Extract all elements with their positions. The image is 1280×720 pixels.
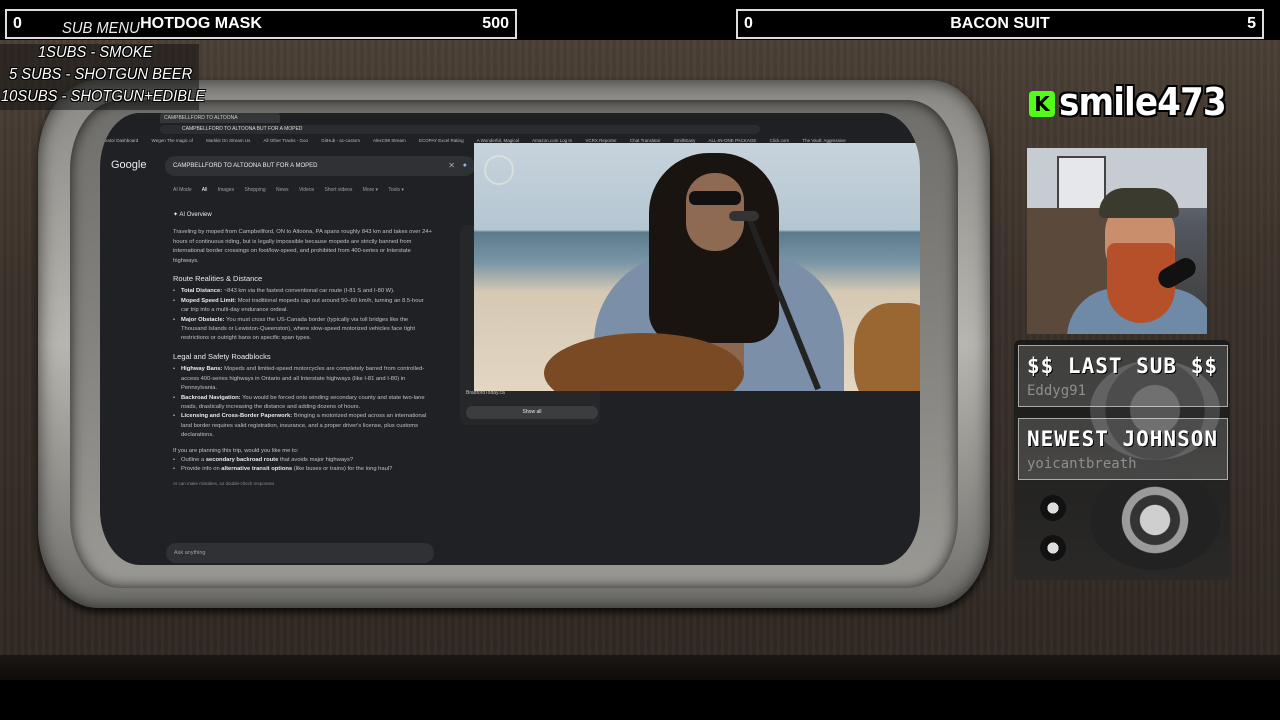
ask-input[interactable]: Ask anything [166, 543, 434, 563]
last-sub-name: Eddyg91 [1027, 383, 1087, 399]
followup-item[interactable]: Outline a secondary backroad route that … [173, 456, 433, 466]
browser-chrome: CAMPBELLFORD TO ALTOONA CAMPBELLFORD TO … [100, 113, 920, 135]
tab-images[interactable]: Images [218, 187, 234, 193]
channel-logo-icon [484, 155, 514, 185]
microphone-icon [729, 211, 759, 221]
kick-username-badge: K smile473 [1024, 80, 1229, 124]
tab-more[interactable]: More ▾ [363, 187, 378, 193]
bookmark-item[interactable]: All Other Tracks - Goo [263, 138, 308, 143]
sunglasses [689, 191, 741, 205]
followup-question: If you are planning this trip, would you… [173, 447, 299, 454]
list-item: Moped Speed Limit: Most traditional mope… [173, 297, 433, 316]
tv-base [0, 655, 1280, 683]
goal-target: 500 [482, 15, 509, 32]
bookmark-item[interactable]: AlexC99 Stream [373, 138, 406, 143]
goal-name: BACON SUIT [950, 15, 1050, 32]
sub-menu-item: 1SUBS - SMOKE [38, 44, 153, 61]
list-item: Major Obstacle: You must cross the US-Ca… [173, 316, 433, 344]
sub-menu-title: SUB MENU [62, 20, 140, 37]
disclaimer: AI can make mistakes, so double-check re… [173, 480, 275, 486]
google-logo[interactable]: Google [111, 159, 146, 171]
kick-logo-icon: K [1029, 91, 1055, 117]
search-query: CAMPBELLFORD TO ALTOONA BUT FOR A MOPED [173, 163, 318, 169]
search-tabs: AI Mode All Images Shopping News Videos … [173, 187, 413, 193]
mic-icon[interactable]: ● [463, 156, 467, 176]
brightness-knob [1040, 495, 1066, 521]
address-bar[interactable]: CAMPBELLFORD TO ALTOONA BUT FOR A MOPED [160, 125, 760, 134]
clear-icon[interactable]: ✕ [448, 156, 455, 176]
ai-overview-label: ✦ AI Overview [173, 212, 212, 218]
browser-tab[interactable]: CAMPBELLFORD TO ALTOONA [160, 113, 280, 123]
ai-intro: Traveling by moped from Campbellford, ON… [173, 229, 432, 264]
last-sub-box: $$ LAST SUB $$ Eddyg91 [1018, 345, 1228, 407]
music-video-overlay [474, 143, 920, 391]
search-input[interactable]: CAMPBELLFORD TO ALTOONA BUT FOR A MOPED … [165, 156, 475, 176]
webcam-feed [1027, 148, 1207, 334]
bookmark-item[interactable]: GitHub - ac-custom [321, 138, 360, 143]
tab-all[interactable]: All [202, 187, 208, 193]
section-heading: Route Realities & Distance [173, 274, 263, 284]
bookmark-item[interactable]: ECOPAY Excel Rating [419, 138, 464, 143]
list-item: Licensing and Cross-Border Paperwork: Br… [173, 412, 433, 440]
bookmark-item[interactable]: Markkit On Stream Us [206, 138, 250, 143]
tv-screen: CAMPBELLFORD TO ALTOONA CAMPBELLFORD TO … [100, 113, 920, 565]
ai-overview: ✦ AI Overview Traveling by moped from Ca… [173, 211, 433, 488]
second-guitar [854, 303, 920, 391]
color-knob [1040, 535, 1066, 561]
list-item: Total Distance: ~843 km via the fastest … [173, 287, 433, 297]
newest-johnson-box: NEWEST JOHNSON yoicantbreath [1018, 418, 1228, 480]
tab-ai-mode[interactable]: AI Mode [173, 187, 192, 193]
tab-news[interactable]: News [276, 187, 289, 193]
floor-strip [0, 680, 1280, 720]
list-item: Highway Bans: Mopeds and limited-speed m… [173, 365, 433, 393]
streamer-username: smile473 [1059, 80, 1227, 124]
sub-menu-item: 5 SUBS - SHOTGUN BEER [9, 66, 193, 83]
tab-shopping[interactable]: Shopping [245, 187, 266, 193]
tab-tools[interactable]: Tools ▾ [388, 187, 404, 193]
streamer-hat [1099, 188, 1179, 218]
tab-videos[interactable]: Videos [299, 187, 314, 193]
show-all-button[interactable]: Show all [466, 406, 598, 419]
tab-short-videos[interactable]: Short videos [325, 187, 353, 193]
goal-bar-bacon-suit: 0 BACON SUIT 5 [736, 9, 1264, 39]
channel-knob [1090, 470, 1220, 570]
webcam-door [1057, 156, 1106, 215]
bookmark-item[interactable]: Wegen The magic of [152, 138, 193, 143]
list-item: Backroad Navigation: You would be forced… [173, 394, 433, 413]
section-heading: Legal and Safety Roadblocks [173, 351, 271, 361]
bookmark-item[interactable]: Creator Dashboard [100, 138, 138, 143]
sub-menu-item: 10SUBS - SHOTGUN+EDIBLE [1, 88, 206, 105]
followup-item[interactable]: Provide info on alternative transit opti… [173, 465, 433, 475]
last-sub-title: $$ LAST SUB $$ [1027, 354, 1219, 378]
newest-johnson-name: yoicantbreath [1027, 456, 1137, 472]
newest-johnson-title: NEWEST JOHNSON [1027, 427, 1219, 451]
goal-target: 5 [1247, 15, 1256, 32]
